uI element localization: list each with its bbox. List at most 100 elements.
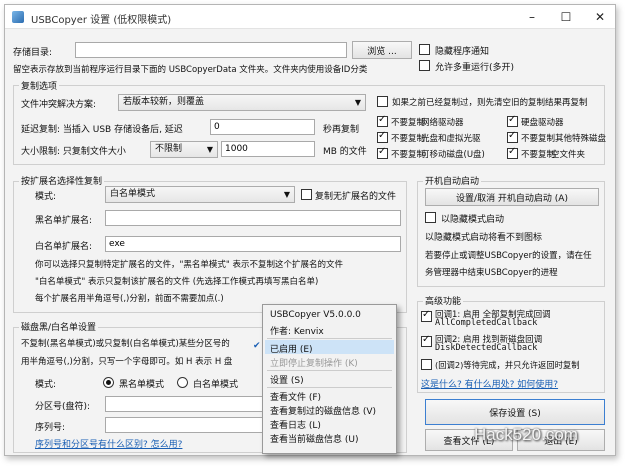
white-ext-input[interactable] <box>105 236 401 252</box>
size-input[interactable] <box>221 141 315 157</box>
stop-note-2: 务管理器中结束USBCopyer的进程 <box>425 268 558 278</box>
startup-toggle-button[interactable]: 设置/取消 开机自动启动 (A) <box>425 188 599 206</box>
disk-mode-label: 模式: <box>35 380 57 390</box>
app-icon <box>12 11 24 23</box>
delay-unit: 秒再复制 <box>323 125 360 135</box>
drive-checkbox[interactable] <box>377 146 388 159</box>
callback2-name: DiskDetectedCallback <box>435 343 538 353</box>
startup-title: 开机自动启动 <box>423 174 482 187</box>
callback-wait-checkbox[interactable] <box>421 359 432 370</box>
copy-noext-checkbox[interactable] <box>301 189 312 200</box>
menu-separator <box>267 387 392 388</box>
serial-label: 序列号: <box>35 423 66 433</box>
resume-checkbox[interactable] <box>377 96 388 107</box>
delay-input[interactable] <box>210 119 315 135</box>
size-mode-select[interactable]: 不限制 ▼ <box>150 141 218 158</box>
title-bar: USBCopyer 设置 (低权限模式) – ☐ ✕ <box>5 5 615 29</box>
menu-version: USBCopyer V5.0.0.0 <box>270 310 361 320</box>
allow-multi-checkbox[interactable] <box>419 60 430 71</box>
black-ext-label: 黑名单扩展名: <box>35 216 93 226</box>
browse-button[interactable]: 浏览 ... <box>352 41 412 59</box>
chevron-down-icon: ▼ <box>283 190 290 199</box>
hidden-start-checkbox[interactable] <box>425 212 436 223</box>
disk-white-radio[interactable] <box>177 377 188 388</box>
ext-mode-label: 模式: <box>35 192 57 202</box>
drive-label: 不要复制 <box>521 150 556 160</box>
drive-label: 空文件夹 <box>551 150 586 160</box>
check-icon: ✔ <box>253 341 261 351</box>
white-ext-label: 白名单扩展名: <box>35 242 93 252</box>
chevron-down-icon: ▼ <box>206 145 213 154</box>
conflict-value: 若版本较新，则覆盖 <box>123 97 205 107</box>
ext-mode-value: 白名单模式 <box>110 189 156 199</box>
save-button[interactable]: 保存设置 (S) <box>425 399 605 425</box>
disk-black-label: 黑名单模式 <box>119 380 165 390</box>
menu-view-log[interactable]: 查看日志 (L) <box>270 418 321 431</box>
drive-label: 网络驱动器 <box>421 118 464 128</box>
ext-help-3: 每个扩展名用半角逗号(,)分割，前面不需要加点(.) <box>35 294 224 304</box>
menu-settings[interactable]: 设置 (S) <box>270 373 304 386</box>
ext-help-1: 你可以选择只复制特定扩展名的文件，"黑名单模式" 表示不复制这个扩展名的文件 <box>35 260 344 270</box>
callback1-checkbox[interactable] <box>421 309 432 322</box>
disk-help-2: 用半角逗号(,)分割，只写一个字母即可。如 H 表示 H 盘 <box>21 357 233 367</box>
drive-checkbox[interactable] <box>377 130 388 143</box>
serial-input[interactable] <box>105 417 265 433</box>
ext-mode-select[interactable]: 白名单模式 ▼ <box>105 186 295 203</box>
menu-separator <box>267 370 392 371</box>
stop-note-1: 若要停止或调整USBCopyer的设置，请在任 <box>425 251 592 261</box>
partition-input[interactable] <box>105 396 265 412</box>
drive-checkbox[interactable] <box>507 146 518 159</box>
menu-view-current[interactable]: 查看当前磁盘信息 (U) <box>270 432 358 445</box>
size-label: 大小限制: 只复制文件大小 <box>21 147 126 157</box>
ext-help-2: "白名单模式" 表示只复制该扩展名的文件 (先选择工作模式再填写黑白名单) <box>35 277 319 287</box>
callback1-name: AllCompletedCallback <box>435 318 538 328</box>
disk-help-1: 不复制(黑名单模式)或只复制(白名单模式)某些分区号的 <box>21 339 230 349</box>
drive-label: 光盘和虚拟光驱 <box>421 134 481 144</box>
maximize-button[interactable]: ☐ <box>549 5 583 29</box>
copy-options-title: 复制选项 <box>19 79 60 92</box>
store-dir-note: 留空表示存放到当前程序运行目录下面的 USBCopyerData 文件夹。文件夹… <box>13 65 368 75</box>
close-button[interactable]: ✕ <box>583 5 617 29</box>
chevron-down-icon: ▼ <box>354 98 361 107</box>
partition-label: 分区号(盘符): <box>35 402 91 412</box>
window-title: USBCopyer 设置 (低权限模式) <box>31 15 172 26</box>
store-dir-input[interactable] <box>75 42 347 58</box>
drive-label: 不要复制 <box>391 150 426 160</box>
ext-title: 按扩展名选择性复制 <box>19 174 105 187</box>
drive-label: 不要复制 <box>391 118 426 128</box>
menu-view-files[interactable]: 查看文件 (F) <box>270 390 321 403</box>
advanced-title: 高级功能 <box>423 294 464 307</box>
resume-label: 如果之前已经复制过，则先清空旧的复制结果再复制 <box>392 98 588 108</box>
hidden-start-note: 以隐藏模式启动将看不到图标 <box>425 233 543 243</box>
drive-label: 可移动磁盘(U盘) <box>421 150 485 160</box>
hide-notify-label: 隐藏程序通知 <box>435 47 490 57</box>
disk-black-radio[interactable] <box>103 377 114 388</box>
hide-notify-checkbox[interactable] <box>419 44 430 55</box>
watermark: Hack520.com <box>474 425 578 444</box>
drive-checkbox[interactable] <box>507 130 518 143</box>
advanced-help-link[interactable]: 这是什么? 有什么用处? 如何使用? <box>421 377 558 390</box>
menu-stop-now[interactable]: 立即停止复制操作 (K) <box>270 356 358 369</box>
drive-checkbox[interactable] <box>507 114 518 127</box>
drive-label: 不要复制 <box>391 134 426 144</box>
menu-enabled[interactable]: 已启用 (E) <box>270 342 313 355</box>
drive-checkbox[interactable] <box>377 114 388 127</box>
callback-wait-label: (回调2)等待完成，并只允许返回时复制 <box>435 360 580 370</box>
drive-label: 不要复制其他特殊磁盘 <box>521 134 607 144</box>
callback2-checkbox[interactable] <box>421 334 432 347</box>
hidden-start-label: 以隐藏模式启动 <box>441 215 505 225</box>
disk-title: 磁盘黑/白名单设置 <box>19 320 99 333</box>
delay-label: 延迟复制: 当插入 USB 存储设备后, 延迟 <box>21 125 183 135</box>
black-ext-input[interactable] <box>105 210 401 226</box>
copy-noext-label: 复制无扩展名的文件 <box>315 192 397 202</box>
menu-separator <box>267 338 392 339</box>
disk-help-link[interactable]: 序列号和分区号有什么区别? 怎么用? <box>35 437 182 450</box>
menu-view-copied[interactable]: 查看复制过的磁盘信息 (V) <box>270 404 376 417</box>
menu-author: 作者: Kenvix <box>270 327 324 337</box>
allow-multi-label: 允许多重运行(多开) <box>435 63 515 73</box>
conflict-label: 文件冲突解决方案: <box>21 100 97 110</box>
minimize-button[interactable]: – <box>515 5 549 29</box>
store-dir-label: 存储目录: <box>13 48 53 58</box>
conflict-select[interactable]: 若版本较新，则覆盖 ▼ <box>118 94 366 111</box>
tray-context-menu: USBCopyer V5.0.0.0 作者: Kenvix ✔ 已启用 (E) … <box>253 304 397 454</box>
